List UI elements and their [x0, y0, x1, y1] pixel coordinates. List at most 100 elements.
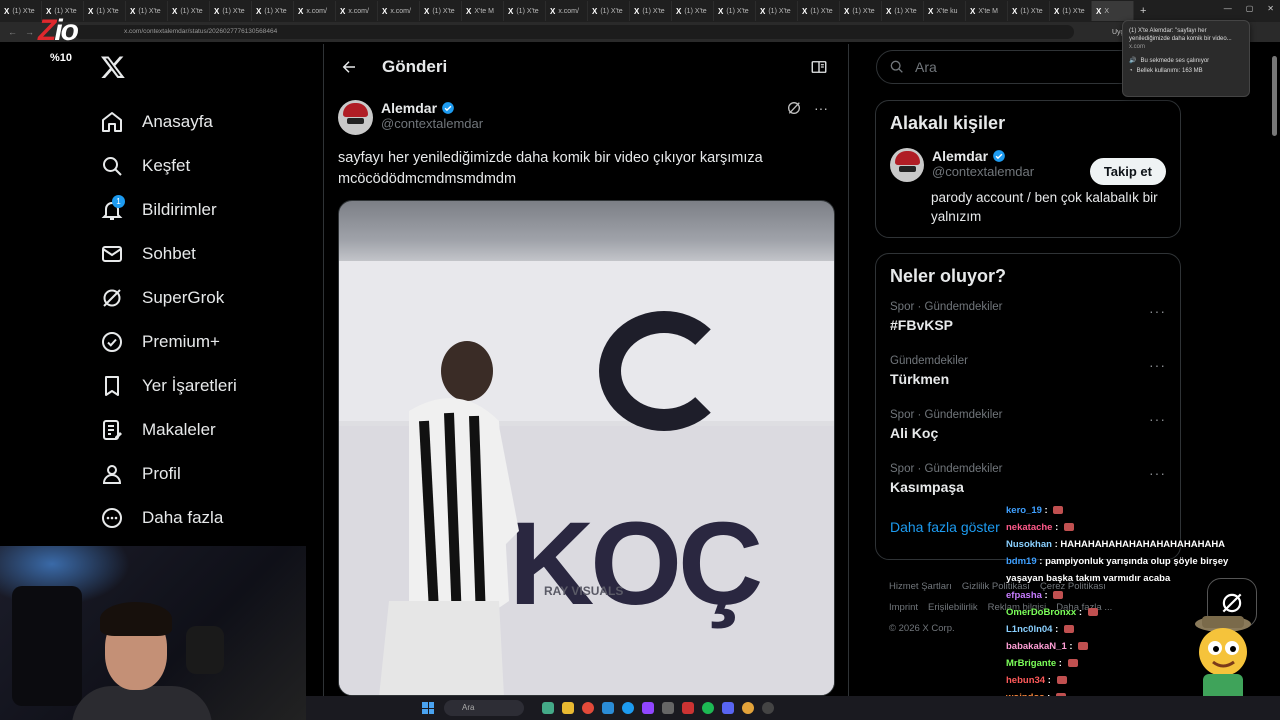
trend-more-icon[interactable]: ··· — [1149, 303, 1166, 319]
trend-more-icon[interactable]: ··· — [1149, 465, 1166, 481]
browser-tab[interactable]: X (1) X'te — [630, 1, 672, 21]
author-handle[interactable]: @contextalemdar — [381, 116, 483, 131]
browser-tab[interactable]: XX — [1092, 1, 1134, 21]
browser-tab[interactable]: X (1) X'te — [420, 1, 462, 21]
browser-tab[interactable]: X X'te ku — [924, 1, 966, 21]
copyright: © 2026 X Corp. — [889, 623, 955, 634]
related-person-bio: parody account / ben çok kalabalık bir y… — [931, 190, 1158, 224]
nav-item-yer-i-aretleri[interactable]: Yer İşaretleri — [100, 364, 237, 408]
follow-button[interactable]: Takip et — [1089, 158, 1166, 185]
nav-item-ke-fet[interactable]: Keşfet — [100, 144, 237, 188]
browser-tab[interactable]: Xx.com/ — [378, 1, 420, 21]
trend-item[interactable]: Spor · Gündemdekiler #FBvKSP ··· — [876, 295, 1180, 349]
app-icon[interactable] — [622, 702, 634, 714]
chat-emote — [1087, 608, 1098, 617]
back-nav-icon[interactable]: ← — [8, 27, 17, 37]
app-icon[interactable] — [762, 702, 774, 714]
x-favicon-icon: X — [844, 6, 850, 16]
more-options-icon[interactable]: ··· — [814, 100, 828, 116]
grok-icon[interactable] — [786, 100, 802, 116]
nav-item-label: Yer İşaretleri — [142, 376, 237, 395]
browser-tab[interactable]: X (1) X'te — [504, 1, 546, 21]
browser-tab[interactable]: X (1) X'te — [714, 1, 756, 21]
browser-tab[interactable]: Xx.com/ — [546, 1, 588, 21]
edge-icon[interactable] — [602, 702, 614, 714]
app-icon[interactable] — [662, 702, 674, 714]
browser-tab[interactable]: Xx.com/ — [294, 1, 336, 21]
x-favicon-icon: X — [760, 6, 766, 16]
avatar[interactable] — [890, 148, 924, 182]
chat-username: OmerDoBronxx — [1006, 607, 1077, 618]
trend-item[interactable]: Spor · Gündemdekiler Ali Koç ··· — [876, 403, 1180, 457]
nav-item-bildirimler[interactable]: 1 Bildirimler — [100, 188, 237, 232]
related-person-name[interactable]: Alemdar — [932, 148, 988, 164]
trend-more-icon[interactable]: ··· — [1149, 411, 1166, 427]
chat-message: kero_19 : — [1006, 502, 1266, 519]
close-window-icon[interactable]: ✕ — [1267, 4, 1274, 13]
post-video[interactable]: KOÇ RAY VISUALS — [338, 200, 835, 696]
page-scrollbar[interactable] — [1270, 44, 1278, 694]
nav-item-sohbet[interactable]: Sohbet — [100, 232, 237, 276]
browser-tab[interactable]: X (1) X'te — [840, 1, 882, 21]
x-favicon-icon: X — [718, 6, 724, 16]
trend-item[interactable]: Gündemdekiler Türkmen ··· — [876, 349, 1180, 403]
browser-tab-label: X'te ku — [936, 7, 958, 15]
chrome-icon[interactable] — [742, 702, 754, 714]
video-player-figure — [379, 341, 519, 695]
chat-username: kero_19 — [1006, 505, 1042, 516]
browser-tab[interactable]: X (1) X'te — [882, 1, 924, 21]
x-favicon-icon: X — [130, 6, 136, 16]
forward-nav-icon[interactable]: → — [25, 27, 34, 37]
app-icon[interactable] — [542, 702, 554, 714]
footer-link[interactable]: Erişilebilirlik — [928, 602, 978, 613]
browser-tab[interactable]: X X'te M — [966, 1, 1008, 21]
related-person-handle[interactable]: @contextalemdar — [932, 164, 1034, 179]
avatar[interactable] — [338, 100, 373, 135]
browser-tab[interactable]: X (1) X'te — [672, 1, 714, 21]
minimize-icon[interactable]: — — [1224, 4, 1232, 13]
spotify-icon[interactable] — [702, 702, 714, 714]
footer-link[interactable]: Imprint — [889, 602, 918, 613]
scrollbar-thumb[interactable] — [1272, 56, 1277, 136]
browser-tab[interactable]: X (1) X'te — [798, 1, 840, 21]
browser-tab[interactable]: X X'te M — [462, 1, 504, 21]
new-tab-icon[interactable]: + — [1134, 5, 1152, 17]
taskbar-search[interactable]: Ara — [444, 700, 524, 716]
maximize-icon[interactable]: ▢ — [1246, 4, 1254, 13]
folder-icon[interactable] — [562, 702, 574, 714]
browser-tab[interactable]: X (1) X'te — [210, 1, 252, 21]
more-circle-icon — [102, 508, 122, 528]
x-favicon-icon: X — [970, 6, 976, 16]
nav-item-supergrok[interactable]: SuperGrok — [100, 276, 237, 320]
post-author-row: Alemdar @contextalemdar ··· — [338, 100, 838, 135]
chrome-icon[interactable] — [582, 702, 594, 714]
discord-icon[interactable] — [722, 702, 734, 714]
footer-link[interactable]: Hizmet Şartları — [889, 581, 952, 592]
nav-item-daha-fazla[interactable]: Daha fazla — [100, 496, 237, 540]
browser-tab[interactable]: X (1) X'te — [168, 1, 210, 21]
browser-tab[interactable]: Xx.com/ — [336, 1, 378, 21]
browser-tab[interactable]: X (1) X'te — [84, 1, 126, 21]
x-logo-icon[interactable] — [100, 54, 126, 80]
browser-tab[interactable]: X (1) X'te — [1050, 1, 1092, 21]
browser-tab[interactable]: X (1) X'te — [756, 1, 798, 21]
url-field[interactable]: x.com/contextalemdar/status/202602777613… — [74, 25, 1074, 39]
nav-item-profil[interactable]: Profil — [100, 452, 237, 496]
windows-start-icon[interactable] — [422, 702, 434, 714]
trend-more-icon[interactable]: ··· — [1149, 357, 1166, 373]
back-arrow-icon[interactable] — [340, 58, 358, 76]
twitch-icon[interactable] — [642, 702, 654, 714]
author-name[interactable]: Alemdar — [381, 100, 437, 116]
app-icon[interactable] — [682, 702, 694, 714]
browser-tab[interactable]: X (1) X'te — [1008, 1, 1050, 21]
nav-item-makaleler[interactable]: Makaleler — [100, 408, 237, 452]
nav-item-anasayfa[interactable]: Anasayfa — [100, 100, 237, 144]
nav-item-premium-[interactable]: Premium+ — [100, 320, 237, 364]
browser-tab[interactable]: X (1) X'te — [126, 1, 168, 21]
browser-tab[interactable]: X (1) X'te — [0, 1, 42, 21]
reader-mode-icon[interactable] — [810, 58, 828, 76]
browser-tab[interactable]: X (1) X'te — [588, 1, 630, 21]
browser-tab[interactable]: X (1) X'te — [252, 1, 294, 21]
tab-hover-domain: x.com — [1129, 44, 1146, 50]
browser-tab-label: (1) X'te — [852, 7, 875, 15]
